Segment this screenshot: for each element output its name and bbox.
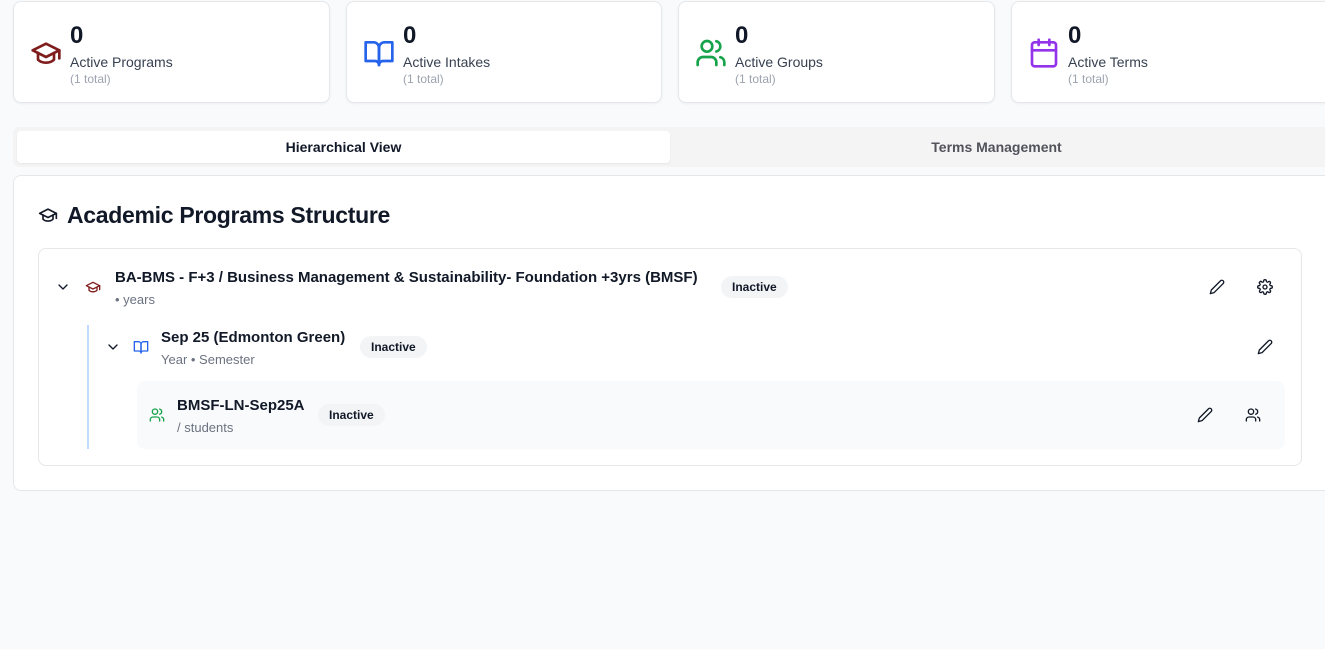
chevron-down-icon[interactable] [55, 279, 71, 295]
stats-row: 0 Active Programs (1 total) 0 Active Int… [13, 1, 1325, 103]
tab-hierarchical-view[interactable]: Hierarchical View [17, 131, 670, 163]
edit-intake-button[interactable] [1249, 331, 1281, 363]
gear-icon [1257, 279, 1273, 295]
pencil-icon [1209, 279, 1225, 295]
stat-count: 0 [70, 22, 84, 49]
stat-total: (1 total) [403, 72, 444, 86]
view-tabs: Hierarchical View Terms Management [13, 127, 1325, 167]
calendar-icon [1030, 38, 1058, 68]
stat-total: (1 total) [1068, 72, 1109, 86]
stat-count: 0 [403, 22, 417, 49]
edit-group-button[interactable] [1189, 399, 1221, 431]
stat-card-intakes: 0 Active Intakes (1 total) [346, 1, 662, 103]
tab-terms-management[interactable]: Terms Management [670, 131, 1323, 163]
stat-card-terms: 0 Active Terms (1 total) [1011, 1, 1325, 103]
stat-total: (1 total) [735, 72, 776, 86]
stat-count: 0 [735, 22, 749, 49]
program-settings-button[interactable] [1249, 271, 1281, 303]
users-icon [1245, 408, 1261, 422]
status-badge: Inactive [721, 276, 788, 298]
book-open-icon [364, 41, 394, 67]
book-open-icon [133, 341, 149, 354]
program-tree: BA-BMS - F+3 / Business Management & Sus… [38, 248, 1302, 466]
stat-label: Active Groups [735, 54, 823, 70]
program-subtitle: • years [115, 292, 155, 307]
graduation-cap-icon [38, 208, 58, 222]
chevron-down-icon[interactable] [105, 339, 121, 355]
stat-label: Active Intakes [403, 54, 491, 70]
stat-card-programs: 0 Active Programs (1 total) [13, 1, 330, 103]
group-title: BMSF-LN-Sep25A [177, 397, 305, 414]
edit-program-button[interactable] [1201, 271, 1233, 303]
programs-structure-panel: Academic Programs Structure BA-BMS - F+3… [13, 175, 1325, 491]
manage-students-button[interactable] [1237, 399, 1269, 431]
pencil-icon [1257, 339, 1273, 355]
users-icon [149, 408, 165, 422]
page: 0 Active Programs (1 total) 0 Active Int… [0, 0, 1325, 649]
status-badge: Inactive [318, 404, 385, 426]
intake-subtitle: Year • Semester [161, 352, 255, 367]
graduation-cap-icon [85, 281, 101, 293]
intake-title: Sep 25 (Edmonton Green) [161, 329, 346, 346]
users-icon [696, 39, 726, 67]
stat-label: Active Programs [70, 54, 173, 70]
pencil-icon [1197, 407, 1213, 423]
group-subtitle: / students [177, 420, 234, 435]
status-badge: Inactive [360, 336, 427, 358]
panel-title: Academic Programs Structure [67, 202, 390, 228]
stat-total: (1 total) [70, 72, 111, 86]
intake-indent-line [87, 325, 89, 449]
stat-card-groups: 0 Active Groups (1 total) [678, 1, 995, 103]
stat-count: 0 [1068, 22, 1082, 49]
group-row: BMSF-LN-Sep25A / students Inactive [137, 381, 1285, 449]
graduation-cap-icon [31, 42, 61, 64]
program-title: BA-BMS - F+3 / Business Management & Sus… [115, 269, 698, 286]
stat-label: Active Terms [1068, 54, 1148, 70]
